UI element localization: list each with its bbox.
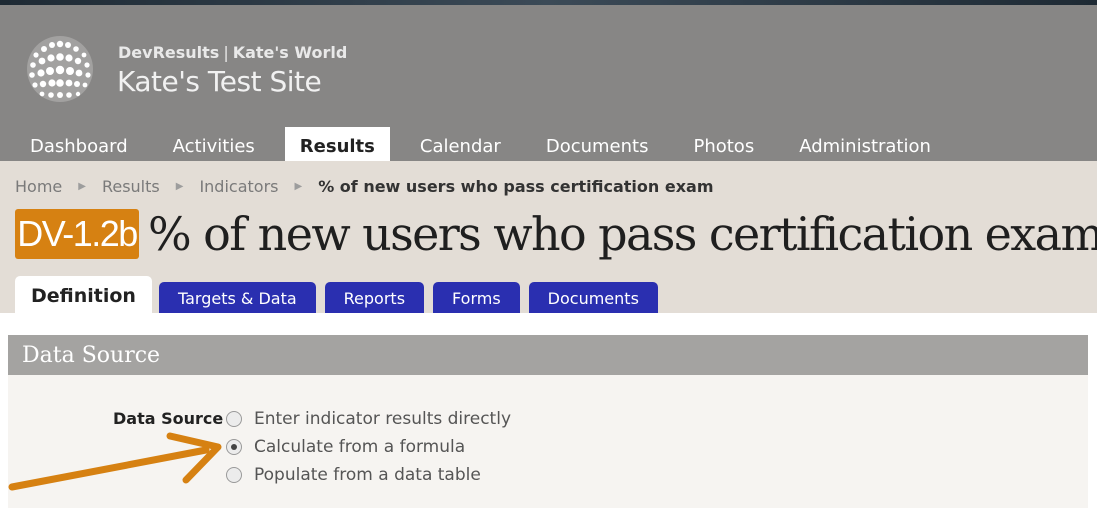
data-source-label: Data Source [113,409,224,428]
breadcrumb-arrow-icon: ▶ [78,181,86,192]
breadcrumb-indicators[interactable]: Indicators [199,177,278,196]
devresults-globe-logo[interactable] [26,35,94,103]
breadcrumb-arrow-icon: ▶ [294,181,303,192]
breadcrumb-current: % of new users who pass certification ex… [318,177,714,196]
main-nav: Dashboard Activities Results Calendar Do… [15,127,961,161]
option-label: Enter indicator results directly [254,409,512,429]
world-name: Kate's World [232,43,348,62]
tab-definition[interactable]: Definition [15,276,152,313]
tab-documents[interactable]: Documents [528,282,658,313]
org-name-line[interactable]: DevResults | Kate's World [118,43,347,62]
nav-dashboard[interactable]: Dashboard [15,127,143,161]
annotation-arrow-icon [8,432,222,491]
breadcrumb-results[interactable]: Results [102,177,160,196]
nav-calendar[interactable]: Calendar [405,127,516,161]
section-title: Data Source [8,335,1088,375]
radio-enter-directly[interactable] [226,411,242,427]
org-name: DevResults [118,43,220,62]
site-title[interactable]: Kate's Test Site [117,65,322,98]
tab-forms[interactable]: Forms [433,282,520,313]
option-data-table[interactable]: Populate from a data table [226,465,481,485]
option-calculate-formula[interactable]: Calculate from a formula [226,437,465,457]
breadcrumb-home[interactable]: Home [15,177,62,196]
nav-documents[interactable]: Documents [531,127,664,161]
nav-administration[interactable]: Administration [784,127,946,161]
indicator-code-badge: DV-1.2b [15,209,139,259]
site-header: DevResults | Kate's World Kate's Test Site… [0,5,1097,161]
tab-targets-data[interactable]: Targets & Data [158,282,316,313]
org-separator: | [223,43,229,62]
nav-photos[interactable]: Photos [678,127,769,161]
breadcrumb: Home ▶ Results ▶ Indicators ▶ % of new u… [15,177,713,196]
page-title: % of new users who pass certification ex… [148,207,1097,261]
nav-activities[interactable]: Activities [158,127,270,161]
nav-results[interactable]: Results [284,127,390,161]
tab-reports[interactable]: Reports [324,282,425,313]
option-label: Populate from a data table [254,465,481,485]
option-label: Calculate from a formula [254,437,466,457]
option-enter-directly[interactable]: Enter indicator results directly [226,409,511,429]
breadcrumb-arrow-icon: ▶ [175,181,184,192]
indicator-tabs: Definition Targets & Data Reports Forms … [15,276,667,313]
